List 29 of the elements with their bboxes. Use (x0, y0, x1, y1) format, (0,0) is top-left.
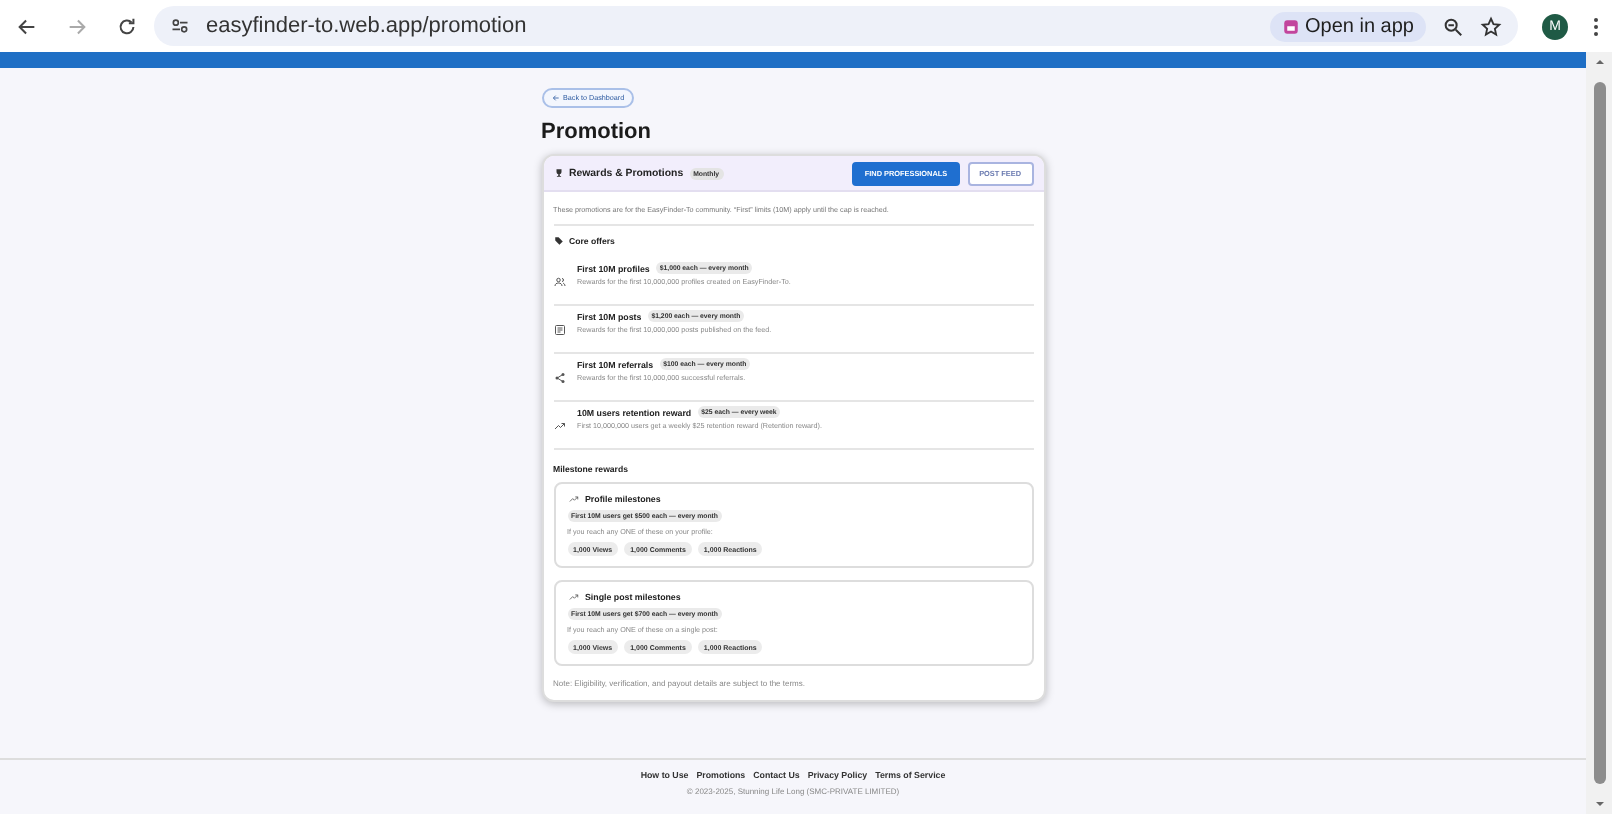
menu-button[interactable] (1592, 15, 1600, 37)
scroll-down-icon (1593, 798, 1605, 810)
people-icon (553, 276, 565, 288)
forward-arrow-icon (66, 15, 88, 37)
more-icon (1592, 15, 1600, 37)
share-icon (553, 372, 565, 384)
back-arrow-icon (551, 94, 559, 102)
address-bar[interactable]: easyfinder-to.web.app/promotion Open in app (154, 6, 1518, 46)
app-icon (1281, 17, 1299, 35)
post-icon (553, 324, 565, 336)
bookmark-button[interactable] (1480, 15, 1502, 37)
back-button[interactable] (16, 15, 38, 37)
trending-icon (553, 420, 565, 432)
scrollbar-thumb[interactable] (1593, 82, 1605, 784)
trophy-icon (553, 168, 563, 178)
url-text: easyfinder-to.web.app/promotion (206, 14, 529, 38)
reload-icon (116, 15, 138, 37)
tag-icon (553, 236, 563, 246)
zoom-icon (1442, 15, 1464, 37)
back-arrow-icon (16, 15, 38, 37)
page-title: Promotion (541, 120, 653, 144)
trending-icon (567, 592, 579, 602)
trending-icon (567, 494, 579, 504)
zoom-button[interactable] (1442, 15, 1464, 37)
scroll-up-icon (1593, 56, 1605, 68)
site-settings-icon (170, 16, 190, 36)
open-in-app-button[interactable]: Open in app (1269, 11, 1426, 41)
star-icon (1480, 15, 1502, 37)
reload-button[interactable] (116, 15, 138, 37)
